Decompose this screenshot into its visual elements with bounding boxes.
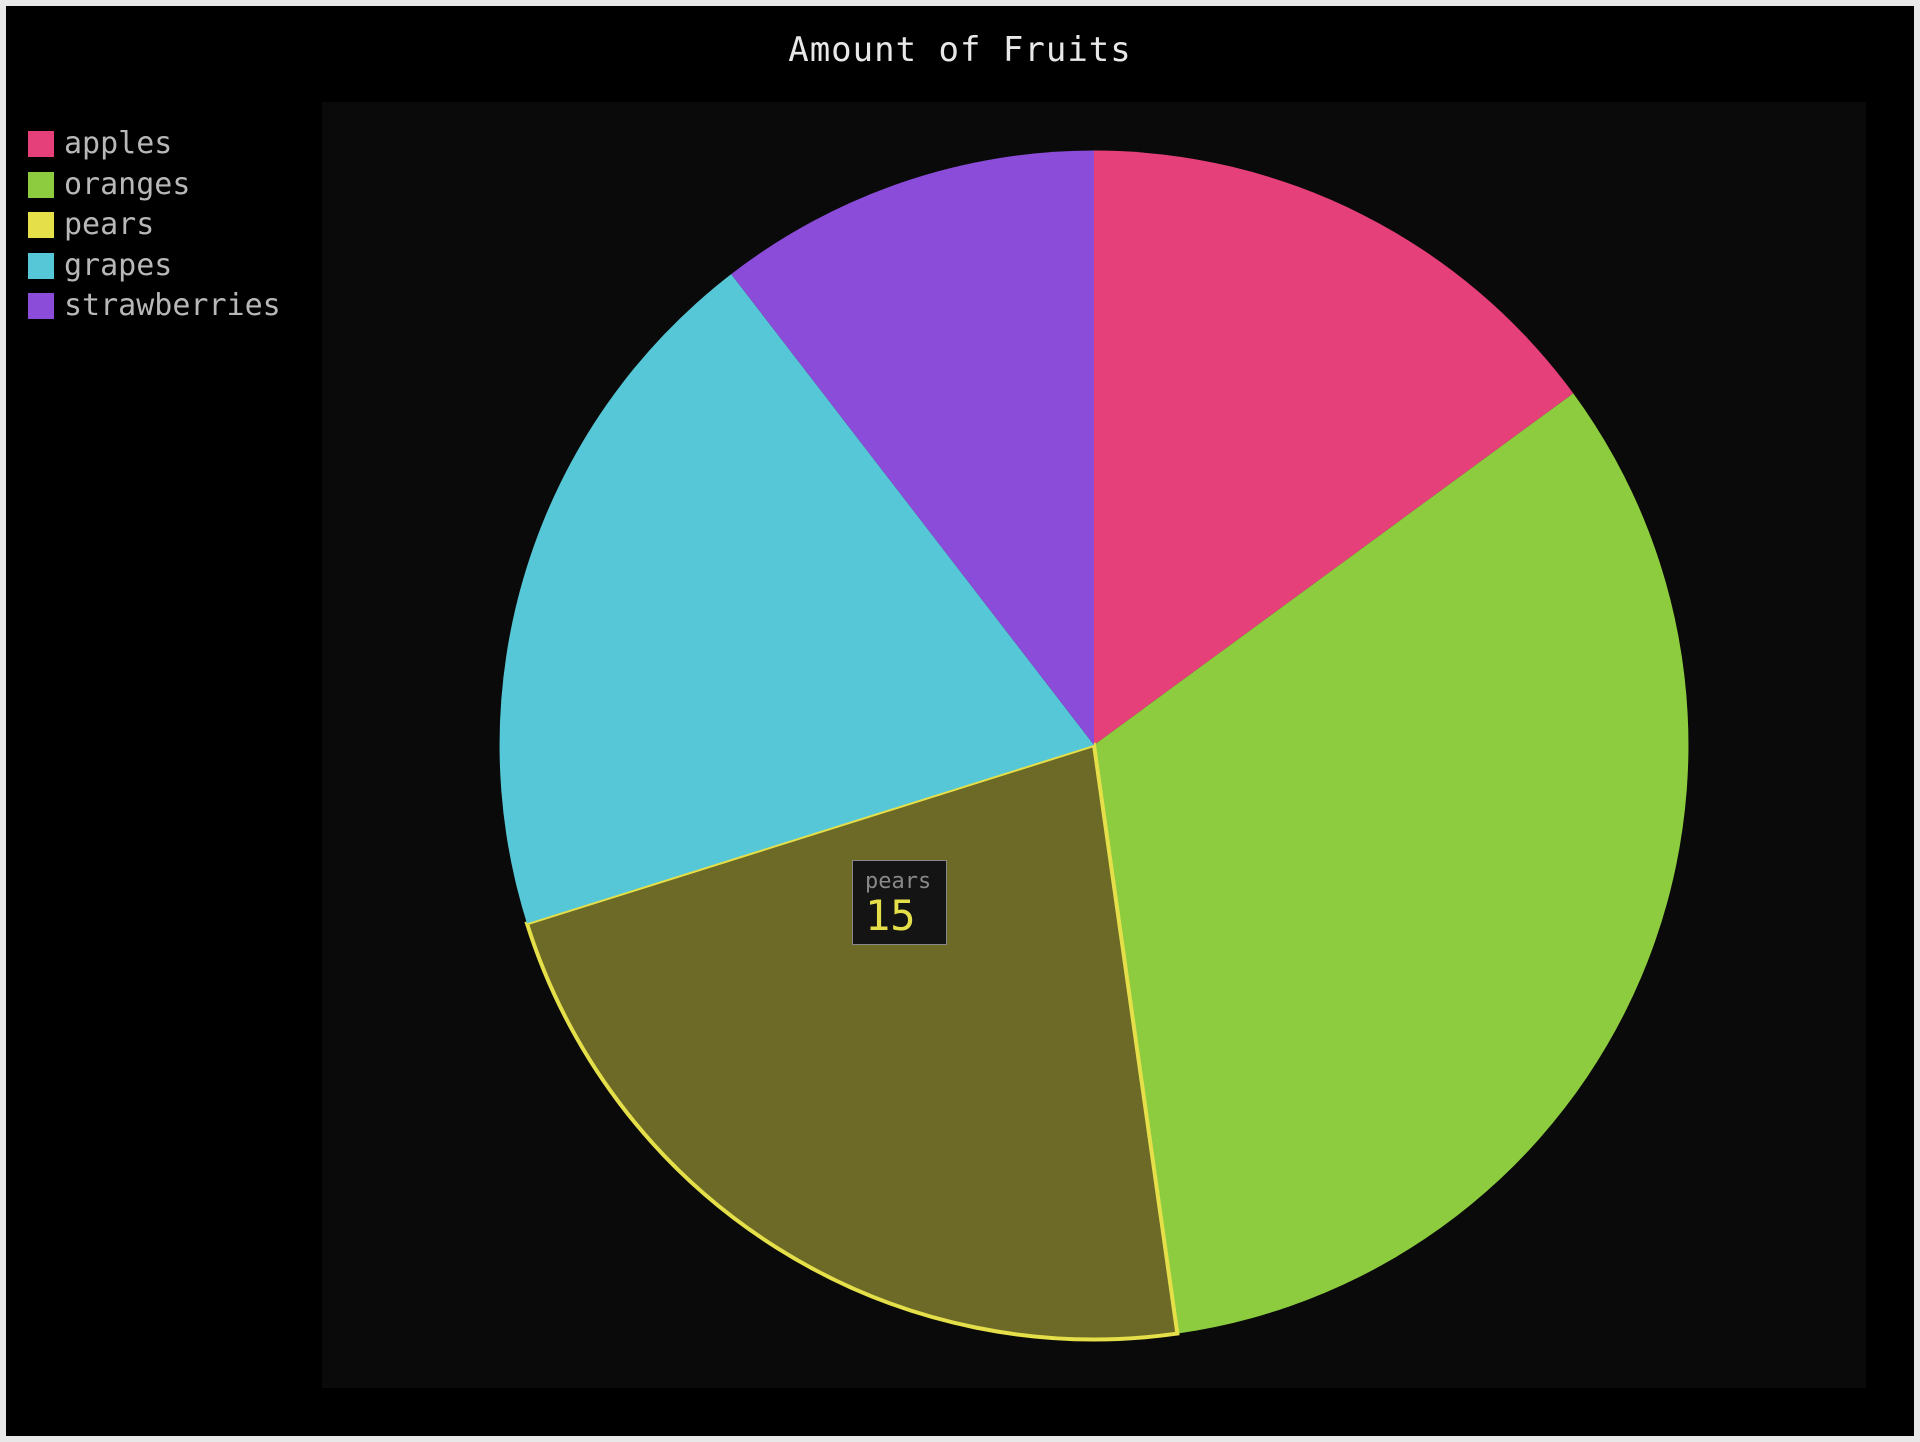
pie-chart[interactable] xyxy=(322,102,1866,1388)
legend-label: pears xyxy=(64,205,154,246)
legend-item-apples[interactable]: apples xyxy=(28,124,281,165)
legend-label: oranges xyxy=(64,165,190,206)
legend-label: strawberries xyxy=(64,286,281,327)
legend-swatch-icon xyxy=(28,172,54,198)
chart-frame: Amount of Fruits applesorangespearsgrape… xyxy=(0,0,1920,1442)
legend-item-strawberries[interactable]: strawberries xyxy=(28,286,281,327)
legend-swatch-icon xyxy=(28,293,54,319)
legend: applesorangespearsgrapesstrawberries xyxy=(28,124,281,327)
chart-panel: pears 15 xyxy=(322,102,1866,1388)
legend-swatch-icon xyxy=(28,253,54,279)
legend-item-pears[interactable]: pears xyxy=(28,205,281,246)
legend-swatch-icon xyxy=(28,212,54,238)
legend-item-grapes[interactable]: grapes xyxy=(28,246,281,287)
tooltip: pears 15 xyxy=(852,860,947,945)
legend-swatch-icon xyxy=(28,131,54,157)
legend-label: grapes xyxy=(64,246,172,287)
legend-label: apples xyxy=(64,124,172,165)
tooltip-value: 15 xyxy=(865,894,934,938)
legend-item-oranges[interactable]: oranges xyxy=(28,165,281,206)
chart-title: Amount of Fruits xyxy=(6,30,1914,70)
